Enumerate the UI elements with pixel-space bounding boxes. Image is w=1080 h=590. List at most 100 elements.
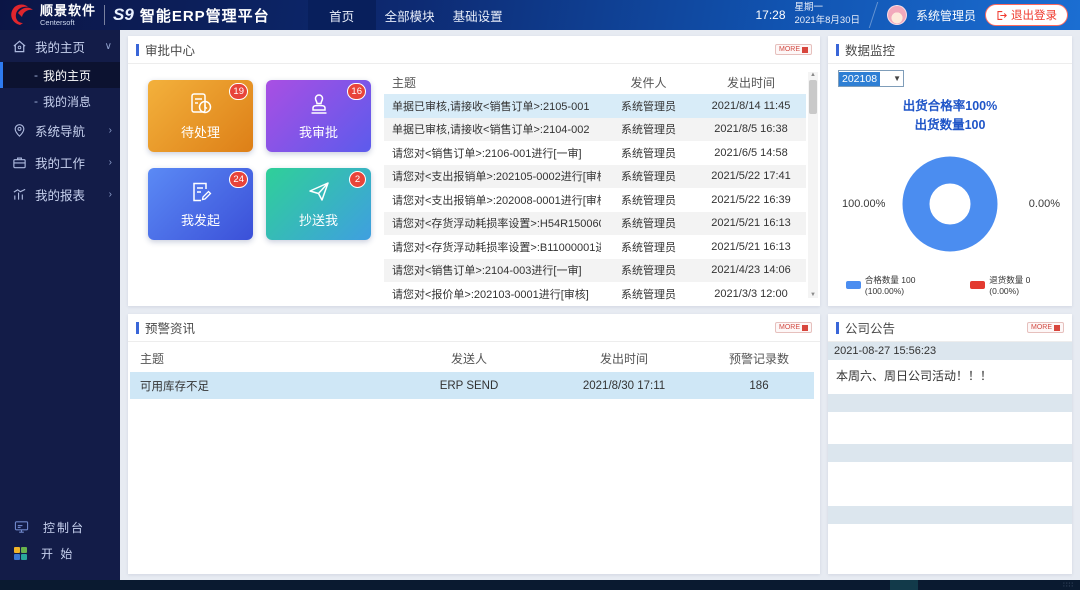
pass-rate-text: 出货合格率100%: [838, 97, 1062, 116]
chart-legend: 合格数量 100 (100.00%) 退货数量 0 (0.00%): [838, 272, 1062, 302]
sidebar-item-label: 我的主页: [43, 67, 91, 84]
col-sender: 发件人: [601, 74, 696, 91]
tile-cc-me[interactable]: 抄送我 2: [266, 168, 371, 240]
edit-doc-icon: [188, 179, 214, 205]
tile-my-initiated[interactable]: 我发起 24: [148, 168, 253, 240]
row-time: 2021/4/23 14:06: [696, 264, 806, 276]
row-subject: 请您对<存货浮动耗损率设置>:B11000001进行[审核]: [384, 239, 601, 255]
sidebar-group-my-reports[interactable]: 我的报表 ›: [0, 178, 120, 210]
approval-row[interactable]: 请您对<存货浮动耗损率设置>:H54R15006002进行[审核] 系统管理员 …: [384, 212, 806, 236]
tile-label: 抄送我: [299, 210, 338, 229]
taskbar[interactable]: ∷∷: [0, 580, 1080, 590]
approval-row[interactable]: 请您对<支出报销单>:202008-0001进行[审核] 系统管理员 2021/…: [384, 188, 806, 212]
scroll-down-icon[interactable]: ▼: [810, 292, 816, 298]
notice-list: 2021-08-27 15:56:23 本周六、周日公司活动！！！: [828, 342, 1072, 574]
user-avatar[interactable]: [887, 5, 907, 25]
more-label: MORE: [779, 324, 800, 331]
scroll-up-icon[interactable]: ▲: [810, 72, 816, 78]
sidebar-group-my-home[interactable]: 我的主页 ∨: [0, 30, 120, 62]
taskbar-dots-icon: ∷∷: [1063, 581, 1080, 589]
col-subject: 主题: [130, 350, 394, 367]
logout-icon: [996, 10, 1007, 21]
row-subject: 请您对<报价单>:202103-0001进行[审核]: [384, 286, 601, 302]
date: 2021年8月30日: [795, 15, 860, 28]
sidebar-group-label: 我的报表: [35, 185, 85, 204]
tile-label: 待处理: [181, 122, 220, 141]
diagonal-divider: [869, 2, 878, 28]
tile-badge: 16: [347, 83, 366, 100]
logo-swirl-icon: [8, 3, 34, 27]
sidebar-group-my-work[interactable]: 我的工作 ›: [0, 146, 120, 178]
approval-row[interactable]: 单据已审核,请接收<销售订单>:2104-002 系统管理员 2021/8/5 …: [384, 118, 806, 142]
approval-tiles: 待处理 19 我审批 16 我: [128, 64, 380, 306]
tile-label: 我发起: [181, 210, 220, 229]
start-item[interactable]: 开 始: [0, 540, 120, 566]
approval-row[interactable]: 请您对<存货浮动耗损率设置>:B11000001进行[审核] 系统管理员 202…: [384, 235, 806, 259]
tab-basic-settings[interactable]: 基础设置: [444, 0, 512, 30]
sidebar-item-my-messages[interactable]: 我的消息: [0, 88, 120, 114]
notice-item[interactable]: 2021-08-27 15:56:23 本周六、周日公司活动！！！: [828, 342, 1072, 394]
start-label: 开 始: [41, 545, 74, 562]
start-grid-icon: [14, 547, 27, 560]
clock: 17:28: [755, 8, 785, 22]
tab-home[interactable]: 首页: [308, 0, 376, 30]
approval-row[interactable]: 请您对<销售订单>:2106-001进行[一审] 系统管理员 2021/6/5 …: [384, 141, 806, 165]
alert-subject: 可用库存不足: [130, 378, 394, 394]
sidebar-item-my-home[interactable]: 我的主页: [0, 62, 120, 88]
row-time: 2021/8/14 11:45: [696, 100, 806, 112]
todo-clock-icon: [188, 91, 214, 117]
logo-separator: [104, 5, 105, 25]
approval-center-panel: 审批中心 MORE 待处理 19: [128, 36, 820, 306]
console-label: 控制台: [43, 519, 85, 536]
chevron-down-icon: ▼: [893, 74, 903, 83]
scroll-thumb[interactable]: [809, 80, 817, 114]
row-subject: 请您对<存货浮动耗损率设置>:H54R15006002进行[审核]: [384, 215, 601, 231]
row-time: 2021/6/5 14:58: [696, 147, 806, 159]
notice-date: 2021-08-27 15:56:23: [828, 342, 1072, 360]
approval-row[interactable]: 单据已审核,请接收<销售订单>:2105-001 系统管理员 2021/8/14…: [384, 94, 806, 118]
chevron-right-icon: ›: [109, 189, 112, 200]
notice-item-empty: [828, 394, 1072, 444]
row-subject: 单据已审核,请接收<销售订单>:2105-001: [384, 98, 601, 114]
tile-my-approvals[interactable]: 我审批 16: [266, 80, 371, 152]
approval-table: 主题 发件人 发出时间 单据已审核,请接收<销售订单>:2105-001 系统管…: [380, 64, 820, 306]
row-sender: 系统管理员: [601, 98, 696, 114]
main-content: 审批中心 MORE 待处理 19: [120, 30, 1080, 580]
notice-item-empty: [828, 444, 1072, 506]
tab-all-modules[interactable]: 全部模块: [376, 0, 444, 30]
alerts-more-button[interactable]: MORE: [775, 322, 812, 333]
row-sender: 系统管理员: [601, 145, 696, 161]
period-select[interactable]: 202108 ▼: [838, 70, 904, 87]
row-time: 2021/5/22 16:39: [696, 194, 806, 206]
row-time: 2021/5/21 16:13: [696, 241, 806, 253]
approval-row[interactable]: 请您对<报价单>:202103-0001进行[审核] 系统管理员 2021/3/…: [384, 282, 806, 306]
sidebar: 我的主页 ∨ 我的主页 我的消息 系统导航 › 我的工作 › 我的报表 ›: [0, 30, 120, 580]
logout-button[interactable]: 退出登录: [985, 4, 1068, 26]
monitor-icon: [14, 520, 29, 534]
row-subject: 请您对<销售订单>:2104-003进行[一审]: [384, 262, 601, 278]
row-subject: 请您对<支出报销单>:202105-0002进行[审核]: [384, 168, 601, 184]
tile-pending[interactable]: 待处理 19: [148, 80, 253, 152]
alert-row[interactable]: 可用库存不足 ERP SEND 2021/8/30 17:11 186: [130, 372, 814, 399]
tile-badge: 24: [229, 171, 248, 188]
approval-more-button[interactable]: MORE: [775, 44, 812, 55]
panel-title: 数据监控: [836, 40, 895, 59]
vertical-scrollbar[interactable]: ▲ ▼: [808, 72, 818, 298]
alert-info-panel: 预警资讯 MORE 主题 发送人 发出时间 预警记录数 可用库存不足 ERP S…: [128, 314, 820, 574]
row-sender: 系统管理员: [601, 286, 696, 302]
console-item[interactable]: 控制台: [0, 514, 120, 540]
alert-sender: ERP SEND: [394, 380, 544, 392]
tile-badge: 19: [229, 83, 248, 100]
taskbar-accent: [890, 580, 918, 590]
approval-row[interactable]: 请您对<支出报销单>:202105-0002进行[审核] 系统管理员 2021/…: [384, 165, 806, 189]
sidebar-group-system-nav[interactable]: 系统导航 ›: [0, 114, 120, 146]
approval-row[interactable]: 请您对<销售订单>:2104-003进行[一审] 系统管理员 2021/4/23…: [384, 259, 806, 283]
row-sender: 系统管理员: [601, 215, 696, 231]
donut-right-label: 0.00%: [1029, 198, 1060, 210]
alert-time: 2021/8/30 17:11: [544, 380, 704, 392]
chevron-down-icon: ∨: [105, 41, 112, 52]
legend-return: 退货数量 0 (0.00%): [970, 274, 1062, 296]
legend-label: 合格数量 100 (100.00%): [865, 274, 957, 296]
col-record-count: 预警记录数: [704, 350, 814, 367]
notice-more-button[interactable]: MORE: [1027, 322, 1064, 333]
